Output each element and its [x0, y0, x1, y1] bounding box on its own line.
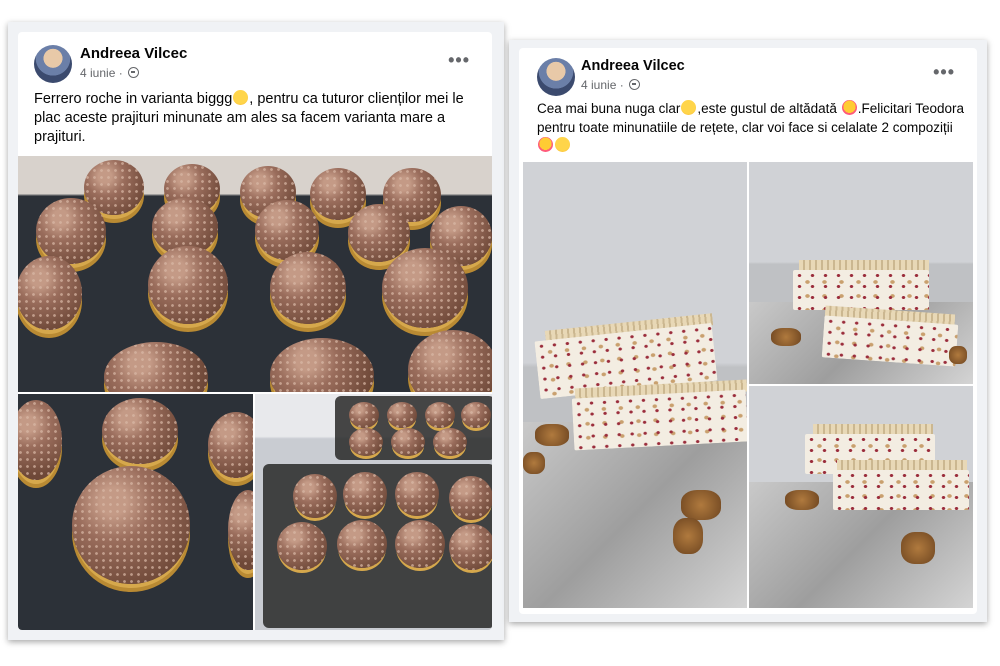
- walnut: [535, 424, 569, 446]
- post-date[interactable]: 4 iunie: [80, 66, 115, 80]
- post-photo[interactable]: [18, 156, 492, 392]
- post-photo[interactable]: [749, 386, 973, 608]
- ferrero-ball: [395, 472, 439, 516]
- ferrero-ball: [104, 342, 208, 392]
- globe-icon: [128, 67, 140, 78]
- post-photo[interactable]: [18, 394, 253, 630]
- ferrero-ball: [36, 198, 106, 264]
- ferrero-ball: [208, 412, 253, 478]
- walnut: [771, 328, 801, 346]
- ferrero-ball: [449, 476, 492, 520]
- ferrero-ball: [270, 338, 374, 392]
- post-card-left: Andreea Vilcec 4 iunie · ••• Ferrero roc…: [18, 32, 492, 630]
- post-card-right: Andreea Vilcec 4 iunie · ••• Cea mai bun…: [519, 48, 977, 614]
- smiling-emoji-icon: [681, 100, 697, 115]
- nougat-slice: [571, 389, 747, 451]
- post-photo[interactable]: [255, 394, 492, 630]
- more-options-icon[interactable]: •••: [448, 50, 470, 71]
- ferrero-ball: [255, 200, 319, 260]
- post-photo[interactable]: [523, 162, 747, 608]
- ferrero-ball: [343, 472, 387, 516]
- ferrero-ball: [72, 466, 190, 584]
- post-text: Ferrero roche in varianta biggg, pentru …: [34, 90, 479, 147]
- grinning-emoji-icon: [233, 90, 249, 105]
- nougat-slice: [833, 470, 969, 510]
- ferrero-ball: [387, 402, 417, 428]
- walnut: [523, 452, 545, 474]
- post-date[interactable]: 4 iunie: [581, 78, 616, 92]
- winking-kiss-emoji-icon: [555, 137, 570, 152]
- ferrero-ball: [449, 524, 492, 570]
- walnut: [901, 532, 935, 564]
- ferrero-ball: [433, 428, 467, 456]
- ferrero-ball: [349, 428, 383, 456]
- walnut: [785, 490, 819, 510]
- ferrero-ball: [349, 402, 379, 428]
- ferrero-ball: [461, 402, 491, 428]
- ferrero-ball: [395, 520, 445, 568]
- avatar[interactable]: [34, 45, 72, 83]
- author-name[interactable]: Andreea Vilcec: [80, 45, 187, 62]
- ferrero-ball: [293, 474, 337, 518]
- ferrero-ball: [391, 428, 425, 456]
- post-header: Andreea Vilcec 4 iunie · •••: [519, 48, 977, 98]
- ferrero-ball: [348, 204, 410, 262]
- post-meta: 4 iunie ·: [80, 66, 140, 80]
- ferrero-ball: [337, 520, 387, 568]
- author-name[interactable]: Andreea Vilcec: [581, 58, 685, 74]
- ferrero-ball: [102, 398, 178, 464]
- more-options-icon[interactable]: •••: [933, 62, 955, 83]
- post-text-part: ,este gustul de altădată: [697, 101, 841, 116]
- post-text: Cea mai buna nuga clar ,este gustul de al…: [537, 100, 967, 156]
- ferrero-ball: [270, 252, 346, 324]
- heart-eyes-emoji-icon: [538, 137, 553, 152]
- ferrero-ball: [382, 248, 468, 328]
- post-text-part: Ferrero roche in varianta biggg: [34, 91, 233, 107]
- smiling-face-with-hearts-emoji-icon: [841, 100, 857, 115]
- ferrero-ball: [408, 330, 492, 392]
- ferrero-ball: [18, 256, 82, 330]
- walnut: [949, 346, 967, 364]
- post-meta: 4 iunie ·: [581, 78, 641, 92]
- post-text-part: Cea mai buna nuga clar: [537, 101, 681, 116]
- ferrero-ball: [18, 400, 62, 480]
- ferrero-ball: [228, 490, 253, 570]
- walnut: [681, 490, 721, 520]
- post-header: Andreea Vilcec 4 iunie · •••: [18, 32, 492, 83]
- walnut: [673, 518, 703, 554]
- globe-icon: [629, 79, 641, 90]
- post-photo[interactable]: [749, 162, 973, 384]
- ferrero-ball: [425, 402, 455, 428]
- ferrero-ball: [277, 522, 327, 570]
- avatar[interactable]: [537, 58, 575, 96]
- nougat-slice: [793, 270, 929, 310]
- ferrero-ball: [148, 246, 228, 324]
